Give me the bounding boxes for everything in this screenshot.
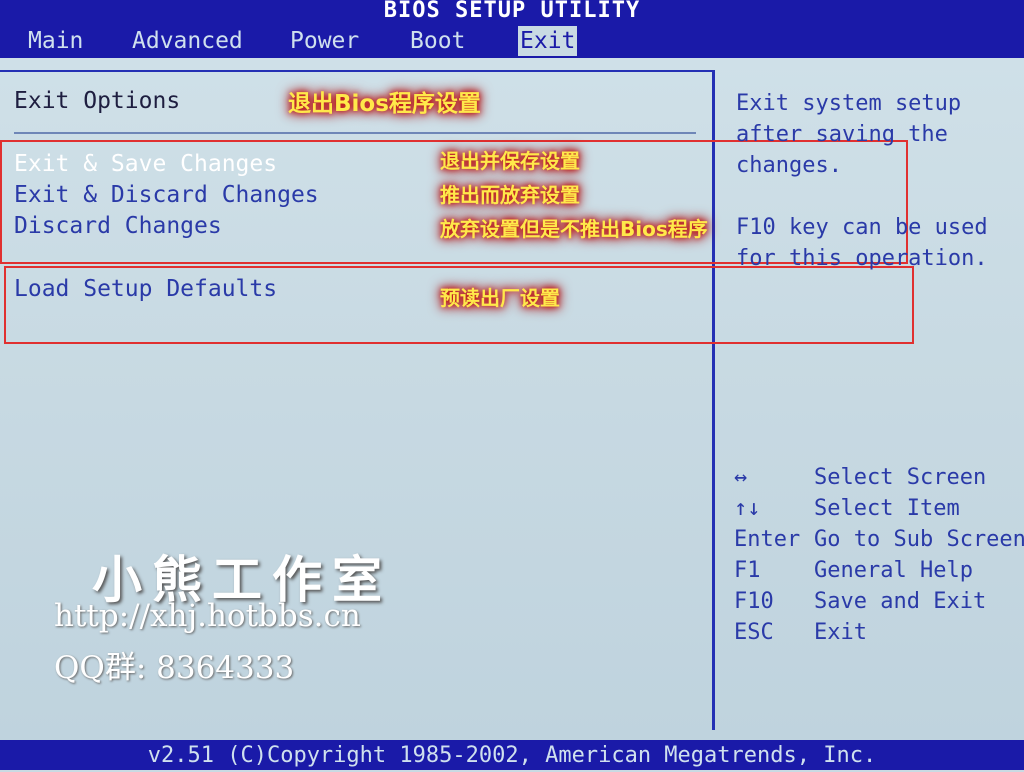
app-title: BIOS SETUP UTILITY [383, 0, 641, 23]
key-legend: ↔ Select Screen ↑↓ Select Item Enter Go … [734, 462, 1024, 648]
footer-copyright: v2.51 (C)Copyright 1985-2002, American M… [0, 740, 1024, 770]
tab-advanced[interactable]: Advanced [130, 26, 245, 56]
option-exit-save-changes[interactable]: Exit & Save Changes [14, 151, 277, 177]
tab-main[interactable]: Main [26, 26, 85, 56]
key-row: F1 General Help [734, 555, 1024, 586]
tab-power[interactable]: Power [288, 26, 361, 56]
key-desc-exit: Exit [814, 620, 867, 645]
key-desc-select-screen: Select Screen [814, 465, 987, 490]
key-row: Enter Go to Sub Screen [734, 524, 1024, 555]
key-left-right: ↔ [734, 465, 748, 490]
key-f10: F10 [734, 589, 774, 614]
key-desc-general-help: General Help [814, 558, 973, 583]
key-up-down: ↑↓ [734, 496, 761, 521]
panel-divider-top [0, 70, 712, 72]
option-exit-discard-changes[interactable]: Exit & Discard Changes [14, 182, 319, 208]
annotation-discard: 放弃设置但是不推出Bios程序 [440, 217, 708, 241]
annotation-exit-save: 退出并保存设置 [440, 149, 580, 173]
key-f1: F1 [734, 558, 761, 583]
watermark-qq: QQ群: 8364333 [54, 650, 295, 686]
annotation-load-defaults: 预读出厂设置 [440, 286, 560, 310]
annotation-exit-discard: 推出而放弃设置 [440, 183, 580, 207]
key-row: ESC Exit [734, 617, 1024, 648]
menu-bar: Main Advanced Power Boot Exit [0, 26, 1024, 58]
key-enter: Enter [734, 527, 801, 552]
key-row: F10 Save and Exit [734, 586, 1024, 617]
tab-boot[interactable]: Boot [408, 26, 467, 56]
section-title: Exit Options [14, 88, 181, 114]
tab-exit[interactable]: Exit [518, 26, 578, 56]
key-row: ↔ Select Screen [734, 462, 1024, 493]
option-discard-changes[interactable]: Discard Changes [14, 213, 222, 239]
key-desc-sub-screen: Go to Sub Screen [814, 527, 1024, 552]
watermark-url: http://xhj.hotbbs.cn [54, 598, 361, 634]
key-esc: ESC [734, 620, 774, 645]
help-text: Exit system setup after saving the chang… [736, 91, 988, 271]
key-row: ↑↓ Select Item [734, 493, 1024, 524]
section-title-annotation: 退出Bios程序设置 [288, 91, 481, 117]
option-load-setup-defaults[interactable]: Load Setup Defaults [14, 276, 277, 302]
section-divider [14, 132, 696, 134]
key-desc-select-item: Select Item [814, 496, 960, 521]
title-bar: BIOS SETUP UTILITY [0, 0, 1024, 26]
key-desc-save-exit: Save and Exit [814, 589, 987, 614]
